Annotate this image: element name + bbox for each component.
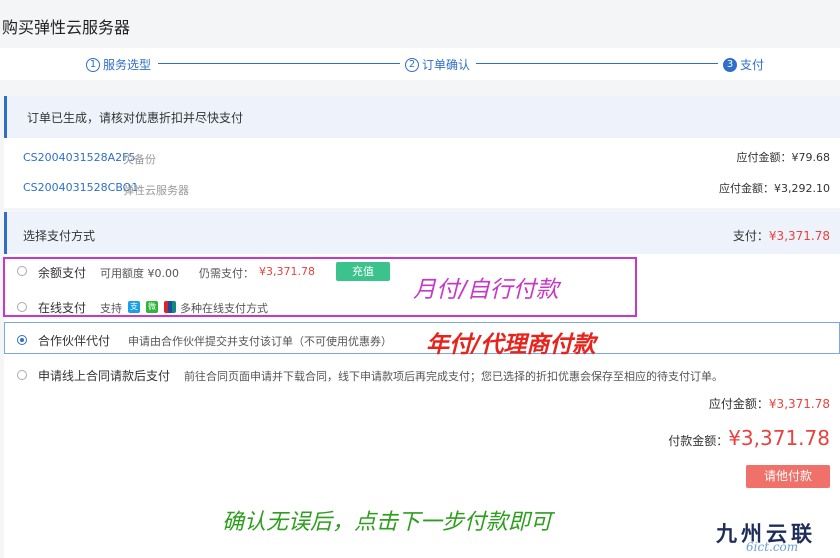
order-number-link[interactable]: CS2004031528CBO1 bbox=[23, 181, 138, 194]
payment-total: 支付：¥3,371.78 bbox=[733, 227, 830, 244]
contract-pay-desc: 前往合同页面申请并下载合同，线下申请款项后再完成支付；您已选择的折扣优惠会保存至… bbox=[184, 370, 723, 383]
contract-pay-label: 申请线上合同请款后支付 bbox=[38, 369, 171, 383]
step-service-selection: 1 服务选型 bbox=[86, 56, 151, 73]
step-number: 3 bbox=[723, 57, 737, 72]
payable-amount: 应付金额：¥3,371.78 bbox=[709, 395, 830, 412]
order-number-link[interactable]: CS2004031528A2F5 bbox=[23, 151, 136, 164]
request-payment-button[interactable]: 请他付款 bbox=[746, 465, 830, 488]
notice-text: 订单已生成，请核对优惠折扣并尽快支付 bbox=[27, 111, 244, 125]
payable-value: ¥3,371.78 bbox=[768, 397, 830, 411]
order-generated-notice: 订单已生成，请核对优惠折扣并尽快支付 bbox=[4, 96, 840, 138]
page-title: 购买弹性云服务器 bbox=[2, 18, 131, 37]
step-payment: 3 支付 bbox=[723, 56, 764, 73]
watermark-logo-en: 6ict.com bbox=[746, 540, 799, 554]
step-order-confirm: 2 订单确认 bbox=[405, 56, 470, 73]
step-connector bbox=[158, 63, 400, 64]
payable-label: 应付金额： bbox=[708, 397, 769, 411]
order-product-name: 弹性云服务器 bbox=[123, 184, 189, 197]
pay-amount-value: ¥3,371.78 bbox=[728, 426, 830, 450]
payment-total-value: ¥3,371.78 bbox=[768, 229, 830, 243]
partner-pay-label: 合作伙伴代付 bbox=[38, 334, 111, 348]
step-number: 1 bbox=[86, 57, 100, 72]
progress-steps: 1 服务选型 2 订单确认 3 支付 bbox=[0, 48, 840, 80]
annotation-confirm: 确认无误后，点击下一步付款即可 bbox=[222, 510, 553, 535]
annotation-monthly: 月付/自行付款 bbox=[413, 277, 559, 303]
partner-pay-desc: 申请由合作伙伴提交并支付该订单（不可使用优惠券） bbox=[128, 335, 392, 348]
step-number: 2 bbox=[405, 57, 419, 72]
pay-amount-label: 付款金额： bbox=[668, 434, 729, 448]
order-amount: 应付金额：¥79.68 bbox=[736, 151, 831, 164]
contract-pay-radio[interactable] bbox=[17, 370, 27, 380]
order-amount: 应付金额：¥3,292.10 bbox=[719, 182, 830, 195]
step-label: 服务选型 bbox=[103, 58, 152, 72]
payment-total-label: 支付： bbox=[732, 229, 769, 243]
annotation-yearly: 年付/代理商付款 bbox=[426, 332, 596, 358]
partner-pay-radio[interactable] bbox=[17, 335, 27, 345]
payment-method-header bbox=[4, 212, 840, 254]
step-label: 支付 bbox=[740, 58, 765, 72]
pay-amount: 付款金额：¥3,371.78 bbox=[668, 426, 830, 450]
order-product-name: 灾备份 bbox=[123, 153, 156, 166]
payment-section-title: 选择支付方式 bbox=[23, 229, 96, 243]
step-label: 订单确认 bbox=[422, 58, 471, 72]
step-connector bbox=[476, 63, 718, 64]
